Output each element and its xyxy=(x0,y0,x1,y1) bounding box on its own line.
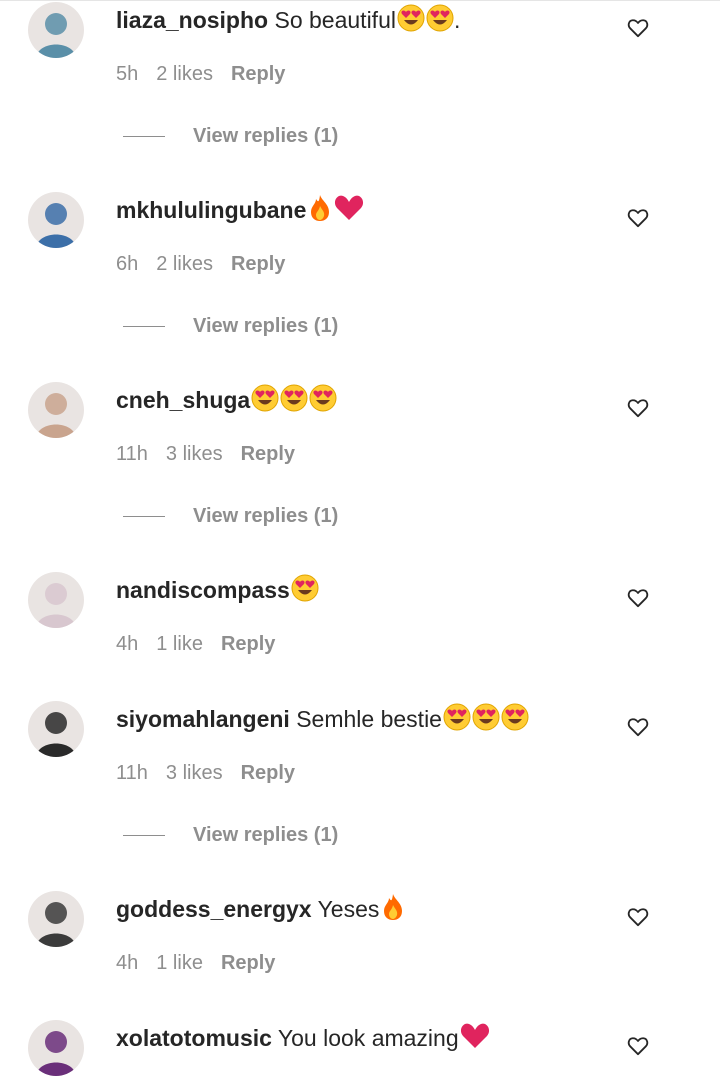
reply-button[interactable]: Reply xyxy=(241,443,295,465)
comment-text: You look amazing xyxy=(277,1025,459,1051)
comment-likes[interactable]: 2 likes xyxy=(156,253,213,275)
comment-text: Semhle bestie xyxy=(296,706,442,732)
view-replies-button[interactable]: View replies (1) xyxy=(123,314,338,338)
fire-emoji-icon xyxy=(307,194,333,222)
heart-eyes-emoji-icon xyxy=(397,4,425,32)
heart-eyes-emoji-icon xyxy=(426,4,454,32)
comment-username[interactable]: mkhululingubane xyxy=(116,197,306,223)
view-replies-button[interactable]: View replies (1) xyxy=(123,124,338,148)
heart-eyes-emoji-icon xyxy=(501,703,529,731)
view-replies-label: View replies (1) xyxy=(193,315,339,337)
comment-meta: 6h 2 likes Reply xyxy=(116,252,303,276)
comment-time: 4h xyxy=(116,633,139,655)
comment-likes[interactable]: 3 likes xyxy=(166,762,223,784)
heart-eyes-emoji-icon xyxy=(443,703,471,731)
view-replies-button[interactable]: View replies (1) xyxy=(123,823,338,847)
comment-text-line: siyomahlangeni Semhle bestie xyxy=(116,703,529,733)
replies-divider xyxy=(123,835,165,837)
like-heart-icon[interactable] xyxy=(624,394,652,422)
top-divider xyxy=(0,0,720,1)
avatar[interactable] xyxy=(28,2,84,58)
comment-username[interactable]: liaza_nosipho xyxy=(116,7,268,33)
view-replies-button[interactable]: View replies (1) xyxy=(123,504,338,528)
like-heart-icon[interactable] xyxy=(624,204,652,232)
avatar[interactable] xyxy=(28,192,84,248)
avatar[interactable] xyxy=(28,891,84,947)
avatar[interactable] xyxy=(28,1020,84,1076)
comment-likes[interactable]: 3 likes xyxy=(166,443,223,465)
comment-text-line: liaza_nosipho So beautiful. xyxy=(116,4,460,34)
comment-username[interactable]: goddess_energyx xyxy=(116,896,312,922)
reply-button[interactable]: Reply xyxy=(221,633,275,655)
comment-text-line: goddess_energyx Yeses xyxy=(116,893,406,923)
reply-button[interactable]: Reply xyxy=(241,762,295,784)
comment-username[interactable]: siyomahlangeni xyxy=(116,706,290,732)
comment-text-line: mkhululingubane xyxy=(116,194,364,224)
view-replies-label: View replies (1) xyxy=(193,824,339,846)
view-replies-label: View replies (1) xyxy=(193,125,339,147)
comment-text-line: cneh_shuga xyxy=(116,384,337,414)
like-heart-icon[interactable] xyxy=(624,903,652,931)
comment-username[interactable]: cneh_shuga xyxy=(116,387,250,413)
red-heart-emoji-icon xyxy=(460,1022,490,1050)
comment-text-line: xolatotomusic You look amazing xyxy=(116,1022,490,1052)
comment-meta: 4h 1 like Reply xyxy=(116,632,293,656)
reply-button[interactable]: Reply xyxy=(221,952,275,974)
avatar[interactable] xyxy=(28,701,84,757)
view-replies-label: View replies (1) xyxy=(193,505,339,527)
fire-emoji-icon xyxy=(380,893,406,921)
heart-eyes-emoji-icon xyxy=(472,703,500,731)
comment-likes[interactable]: 1 like xyxy=(156,952,203,974)
like-heart-icon[interactable] xyxy=(624,584,652,612)
avatar[interactable] xyxy=(28,382,84,438)
comment-time: 6h xyxy=(116,253,139,275)
comment-likes[interactable]: 1 like xyxy=(156,633,203,655)
heart-eyes-emoji-icon xyxy=(291,574,319,602)
comment-text-line: nandiscompass xyxy=(116,574,319,604)
heart-eyes-emoji-icon xyxy=(309,384,337,412)
reply-button[interactable]: Reply xyxy=(231,63,285,85)
heart-eyes-emoji-icon xyxy=(280,384,308,412)
replies-divider xyxy=(123,136,165,138)
heart-eyes-emoji-icon xyxy=(251,384,279,412)
comment-time: 5h xyxy=(116,63,139,85)
red-heart-emoji-icon xyxy=(334,194,364,222)
comment-meta: 5h 2 likes Reply xyxy=(116,62,303,86)
comment-text: Yeses xyxy=(317,896,380,922)
comment-suffix: . xyxy=(453,7,461,33)
comment-likes[interactable]: 2 likes xyxy=(156,63,213,85)
like-heart-icon[interactable] xyxy=(624,1032,652,1060)
comment-meta: 11h 3 likes Reply xyxy=(116,761,313,785)
replies-divider xyxy=(123,326,165,328)
comment-username[interactable]: xolatotomusic xyxy=(116,1025,272,1051)
avatar[interactable] xyxy=(28,572,84,628)
comment-time: 11h xyxy=(116,443,148,465)
replies-divider xyxy=(123,516,165,518)
like-heart-icon[interactable] xyxy=(624,14,652,42)
comment-time: 4h xyxy=(116,952,139,974)
comment-meta: 4h 1 like Reply xyxy=(116,951,293,975)
comment-text: So beautiful xyxy=(274,7,396,33)
like-heart-icon[interactable] xyxy=(624,713,652,741)
reply-button[interactable]: Reply xyxy=(231,253,285,275)
comment-time: 11h xyxy=(116,762,148,784)
comment-username[interactable]: nandiscompass xyxy=(116,577,290,603)
comment-meta: 11h 3 likes Reply xyxy=(116,442,313,466)
